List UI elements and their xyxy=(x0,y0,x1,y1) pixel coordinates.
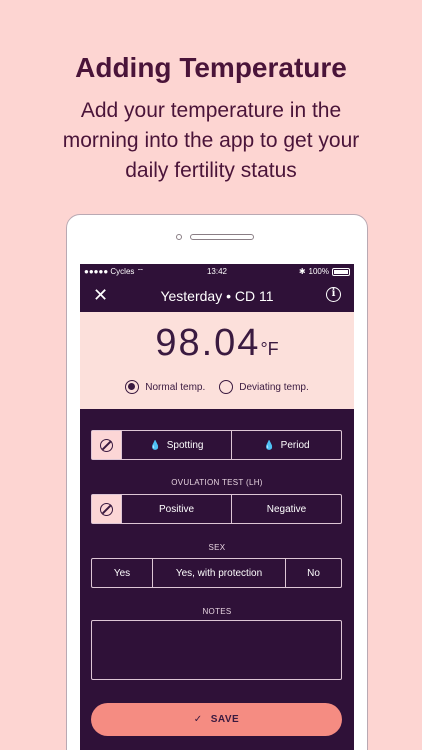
ovulation-selector: Positive Negative xyxy=(91,494,342,524)
sex-selector: Yes Yes, with protection No xyxy=(91,558,342,588)
status-bar: ●●●●● Cycles ⌔ 13:42 ✱ 100% xyxy=(80,264,354,281)
temperature-value[interactable]: 98.04°F xyxy=(80,322,354,365)
temperature-type-options: Normal temp. Deviating temp. xyxy=(80,380,354,394)
radio-unselected-icon[interactable] xyxy=(219,380,234,394)
sex-yes-protection-button[interactable]: Yes, with protection xyxy=(152,559,285,587)
period-button[interactable]: 💧 Period xyxy=(231,431,341,459)
drops-icon: 💧 xyxy=(263,439,275,450)
sex-label: SEX xyxy=(208,543,226,552)
battery-icon xyxy=(332,267,350,276)
bluetooth-icon: ✱ xyxy=(298,267,306,276)
save-label: SAVE xyxy=(210,714,240,725)
ovulation-none-button[interactable] xyxy=(92,495,121,523)
deviating-temp-option[interactable]: Deviating temp. xyxy=(219,380,309,394)
positive-button[interactable]: Positive xyxy=(121,495,231,523)
spotting-button[interactable]: 💧 Spotting xyxy=(121,431,231,459)
camera-icon xyxy=(176,234,182,240)
negative-button[interactable]: Negative xyxy=(231,495,341,523)
speaker-icon xyxy=(190,234,254,240)
ban-icon xyxy=(100,502,113,516)
drop-icon: 💧 xyxy=(149,439,161,450)
status-right: ✱ 100% xyxy=(299,267,350,276)
sex-no-button[interactable]: No xyxy=(285,559,341,587)
bleeding-selector: 💧 Spotting 💧 Period xyxy=(91,430,342,460)
sex-yes-button[interactable]: Yes xyxy=(92,559,152,587)
promo-subtitle: Add your temperature in the morning into… xyxy=(62,99,360,182)
battery-percent: 100% xyxy=(308,267,329,276)
bleeding-none-button[interactable] xyxy=(92,431,121,459)
ban-icon xyxy=(100,438,113,452)
radio-selected-icon[interactable] xyxy=(125,380,140,394)
temperature-unit: °F xyxy=(260,339,279,359)
info-icon[interactable]: i xyxy=(326,287,341,302)
ovulation-label: OVULATION TEST (LH) xyxy=(171,478,263,487)
save-button[interactable]: ✓ SAVE xyxy=(91,703,342,736)
normal-temp-option[interactable]: Normal temp. xyxy=(125,380,205,394)
checkmark-icon: ✓ xyxy=(193,714,203,725)
notes-input[interactable] xyxy=(91,620,342,680)
app-screen: ●●●●● Cycles ⌔ 13:42 ✱ 100% ✕ Yesterday … xyxy=(80,264,354,750)
promo-title: Adding Temperature xyxy=(75,52,347,83)
temperature-panel: 98.04°F Normal temp. Deviating temp. xyxy=(80,312,354,409)
nav-title: Yesterday • CD 11 xyxy=(160,288,274,304)
notes-label: NOTES xyxy=(202,607,232,616)
nav-bar: ✕ Yesterday • CD 11 i xyxy=(80,281,354,311)
